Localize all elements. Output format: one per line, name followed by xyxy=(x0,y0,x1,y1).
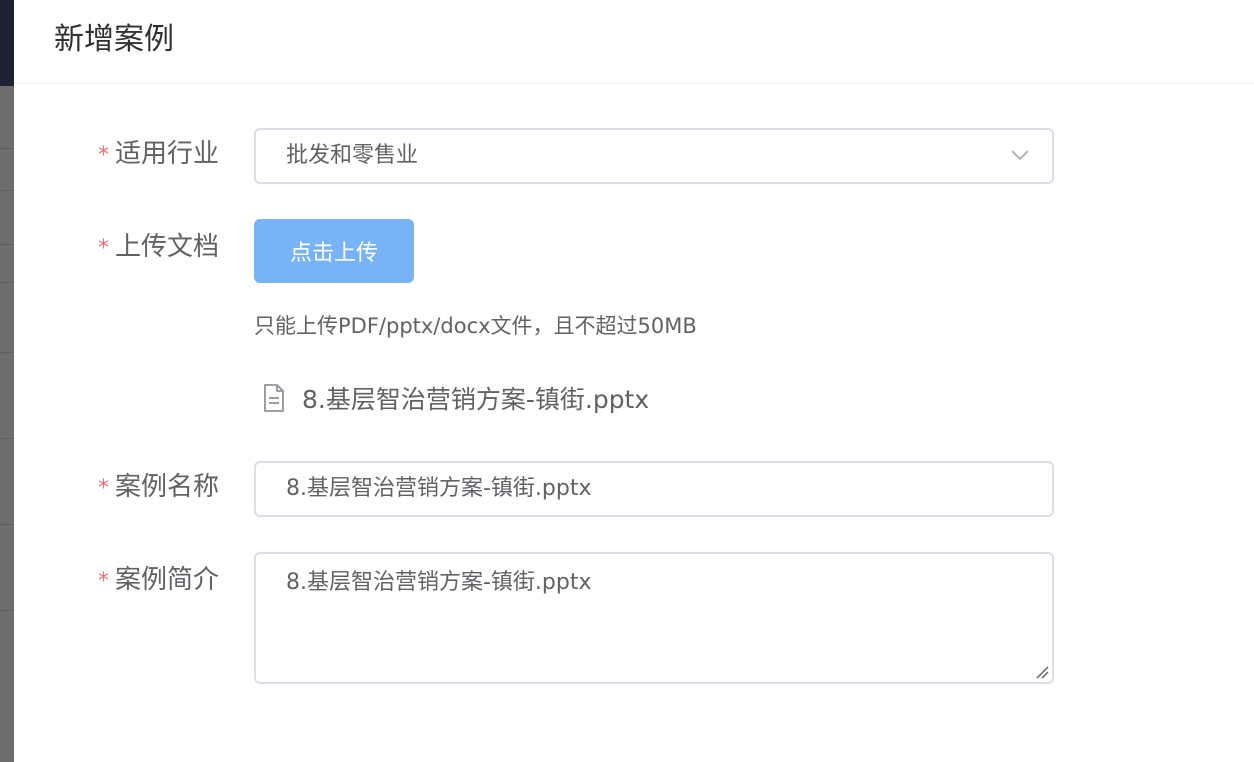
case-intro-text: 8.基层智治营销方案-镇街.pptx xyxy=(286,570,592,595)
upload-label: * 上传文档 xyxy=(98,227,230,269)
uploaded-file-name: 8.基层智治营销方案-镇街.pptx xyxy=(302,385,650,414)
resize-handle-icon[interactable] xyxy=(1035,665,1049,679)
dialog-title: 新增案例 xyxy=(54,22,174,57)
upload-button[interactable]: 点击上传 xyxy=(254,219,414,283)
backdrop-divider xyxy=(0,438,14,439)
upload-tip: 只能上传PDF/pptx/docx文件，且不超过50MB xyxy=(254,314,697,338)
case-name-label-text: 案例名称 xyxy=(115,472,220,502)
backdrop-overlay xyxy=(0,0,14,762)
backdrop-divider xyxy=(0,244,14,245)
chevron-down-icon xyxy=(1011,150,1029,161)
upload-label-text: 上传文档 xyxy=(115,232,220,262)
industry-label: * 适用行业 xyxy=(98,134,230,176)
backdrop-divider xyxy=(0,352,14,353)
required-mark: * xyxy=(98,143,109,168)
industry-select[interactable]: 批发和零售业 xyxy=(254,128,1054,184)
backdrop-divider xyxy=(0,282,14,283)
add-case-dialog: 新增案例 * 适用行业 批发和零售业 * 上传文档 点击上传 只能上传PDF/ppt… xyxy=(14,0,1254,762)
backdrop-divider xyxy=(0,148,14,149)
dialog-header: 新增案例 xyxy=(14,0,1254,84)
case-intro-label-text: 案例简介 xyxy=(115,565,220,595)
case-intro-textarea[interactable]: 8.基层智治营销方案-镇街.pptx xyxy=(254,552,1054,684)
uploaded-file-item[interactable]: 8.基层智治营销方案-镇街.pptx xyxy=(262,380,649,416)
backdrop-header xyxy=(0,0,14,86)
case-name-input[interactable]: 8.基层智治营销方案-镇街.pptx xyxy=(254,461,1054,517)
required-mark: * xyxy=(98,236,109,261)
document-icon xyxy=(264,384,284,412)
case-intro-label: * 案例简介 xyxy=(98,560,230,602)
backdrop-divider xyxy=(0,190,14,191)
required-mark: * xyxy=(98,476,109,501)
backdrop-divider xyxy=(0,610,14,611)
industry-select-value: 批发和零售业 xyxy=(286,143,419,168)
industry-label-text: 适用行业 xyxy=(115,139,220,169)
backdrop-divider xyxy=(0,524,14,525)
case-name-label: * 案例名称 xyxy=(98,467,230,509)
required-mark: * xyxy=(98,569,109,594)
